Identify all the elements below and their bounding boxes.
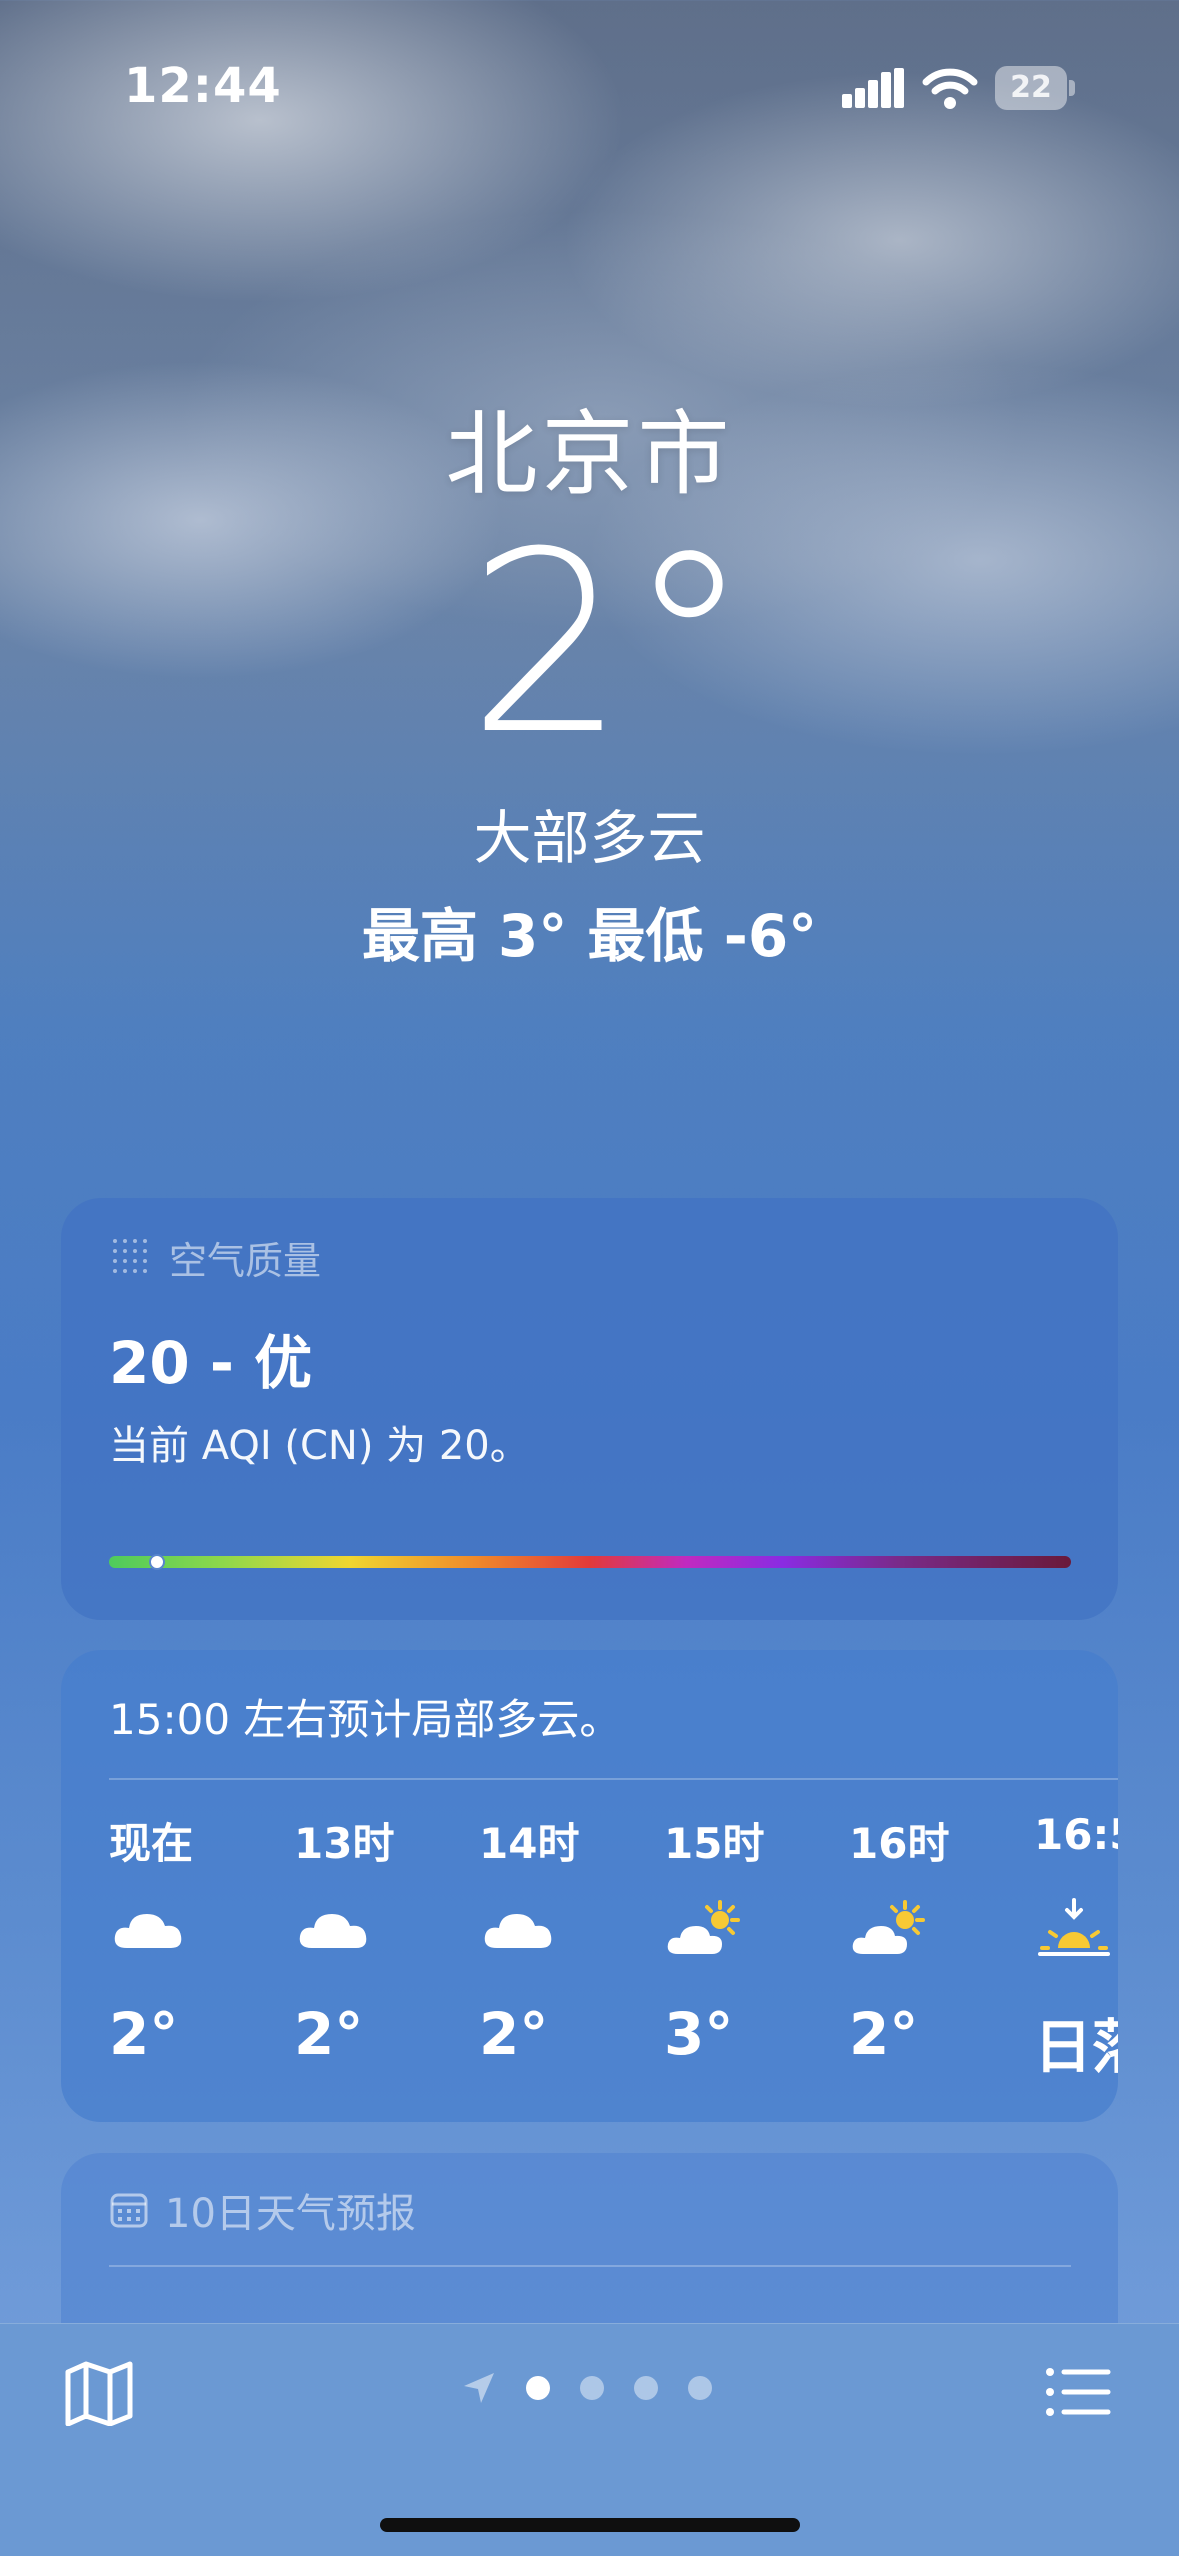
status-bar: 12:44 22 [0,58,1179,118]
cloud-icon [299,1914,367,1948]
page-dot[interactable] [634,2376,658,2400]
status-time: 12:44 [124,58,282,114]
hour-temperature: 日落 [1034,2013,1118,2081]
hour-temperature: 3° [664,2000,734,2068]
hour-item: 14时 2° [479,1810,629,2090]
calendar-icon [110,2193,148,2228]
page-dot[interactable] [580,2376,604,2400]
cellular-signal-icon [842,68,904,108]
partly-sunny-icon [667,1900,740,1954]
high-low-temperature: 最高 3° 最低 -6° [361,902,818,970]
hourly-forecast-card[interactable]: 15:00 左右预计局部多云。 现在 2° 13时 2° 14时 2° 15时 [61,1650,1118,2122]
battery-level: 22 [1010,70,1052,105]
partly-sunny-icon [852,1900,925,1954]
hour-label: 13时 [294,1819,395,1868]
current-temperature: 2° [467,498,752,789]
aqi-value: 20 - 优 [109,1329,313,1397]
current-weather: 北京市 2° 大部多云 最高 3° 最低 -6° [0,380,1179,973]
hour-item: 16:5 日落 [1034,1810,1118,2090]
location-arrow-icon [464,2373,494,2403]
air-quality-card[interactable]: 空气质量 20 - 优 当前 AQI (CN) 为 20。 [61,1198,1118,1620]
hour-temperature: 2° [479,2000,549,2068]
forecast-divider [109,2265,1071,2267]
hourly-list[interactable]: 现在 2° 13时 2° 14时 2° 15时 3° 16时 2° 16: 日 [109,1810,1118,2090]
hour-item: 15时 3° [664,1810,814,2090]
hour-item: 现在 2° [109,1810,259,2090]
list-icon[interactable] [1044,2364,1112,2420]
page-dot-active[interactable] [526,2376,550,2400]
page-dot[interactable] [688,2376,712,2400]
air-quality-title: 空气质量 [169,1238,322,1283]
cloud-icon [484,1914,552,1948]
hourly-summary: 15:00 左右预计局部多云。 [109,1695,622,1744]
wifi-icon [922,68,978,109]
ten-day-forecast-header: 10日天气预报 [109,2181,416,2239]
hour-item: 16时 2° [849,1810,999,2090]
hourly-divider [109,1778,1118,1780]
battery-indicator: 22 [995,66,1075,110]
aqi-level-marker [149,1554,166,1570]
hour-temperature: 2° [109,2000,179,2068]
hour-label: 14时 [479,1819,580,1868]
map-icon[interactable] [64,2360,134,2426]
hour-label: 现在 [109,1819,194,1868]
hour-temperature: 2° [294,2000,364,2068]
weather-condition: 大部多云 [473,804,706,872]
home-indicator[interactable] [380,2518,800,2532]
city-name: 北京市 [445,401,734,508]
cloud-icon [114,1914,182,1948]
hour-item: 13时 2° [294,1810,444,2090]
sunset-icon [1038,1898,1110,1956]
air-quality-header: 空气质量 [109,1232,322,1283]
hour-label: 16:5 [1034,1810,1118,1859]
aqi-scale-bar [109,1556,1071,1568]
hour-label: 15时 [664,1819,765,1868]
air-quality-icon [113,1239,147,1273]
hour-label: 16时 [849,1819,950,1868]
ten-day-forecast-title: 10日天气预报 [165,2191,416,2237]
aqi-description: 当前 AQI (CN) 为 20。 [109,1423,530,1469]
hour-temperature: 2° [849,2000,919,2068]
page-indicator[interactable] [462,2368,712,2408]
